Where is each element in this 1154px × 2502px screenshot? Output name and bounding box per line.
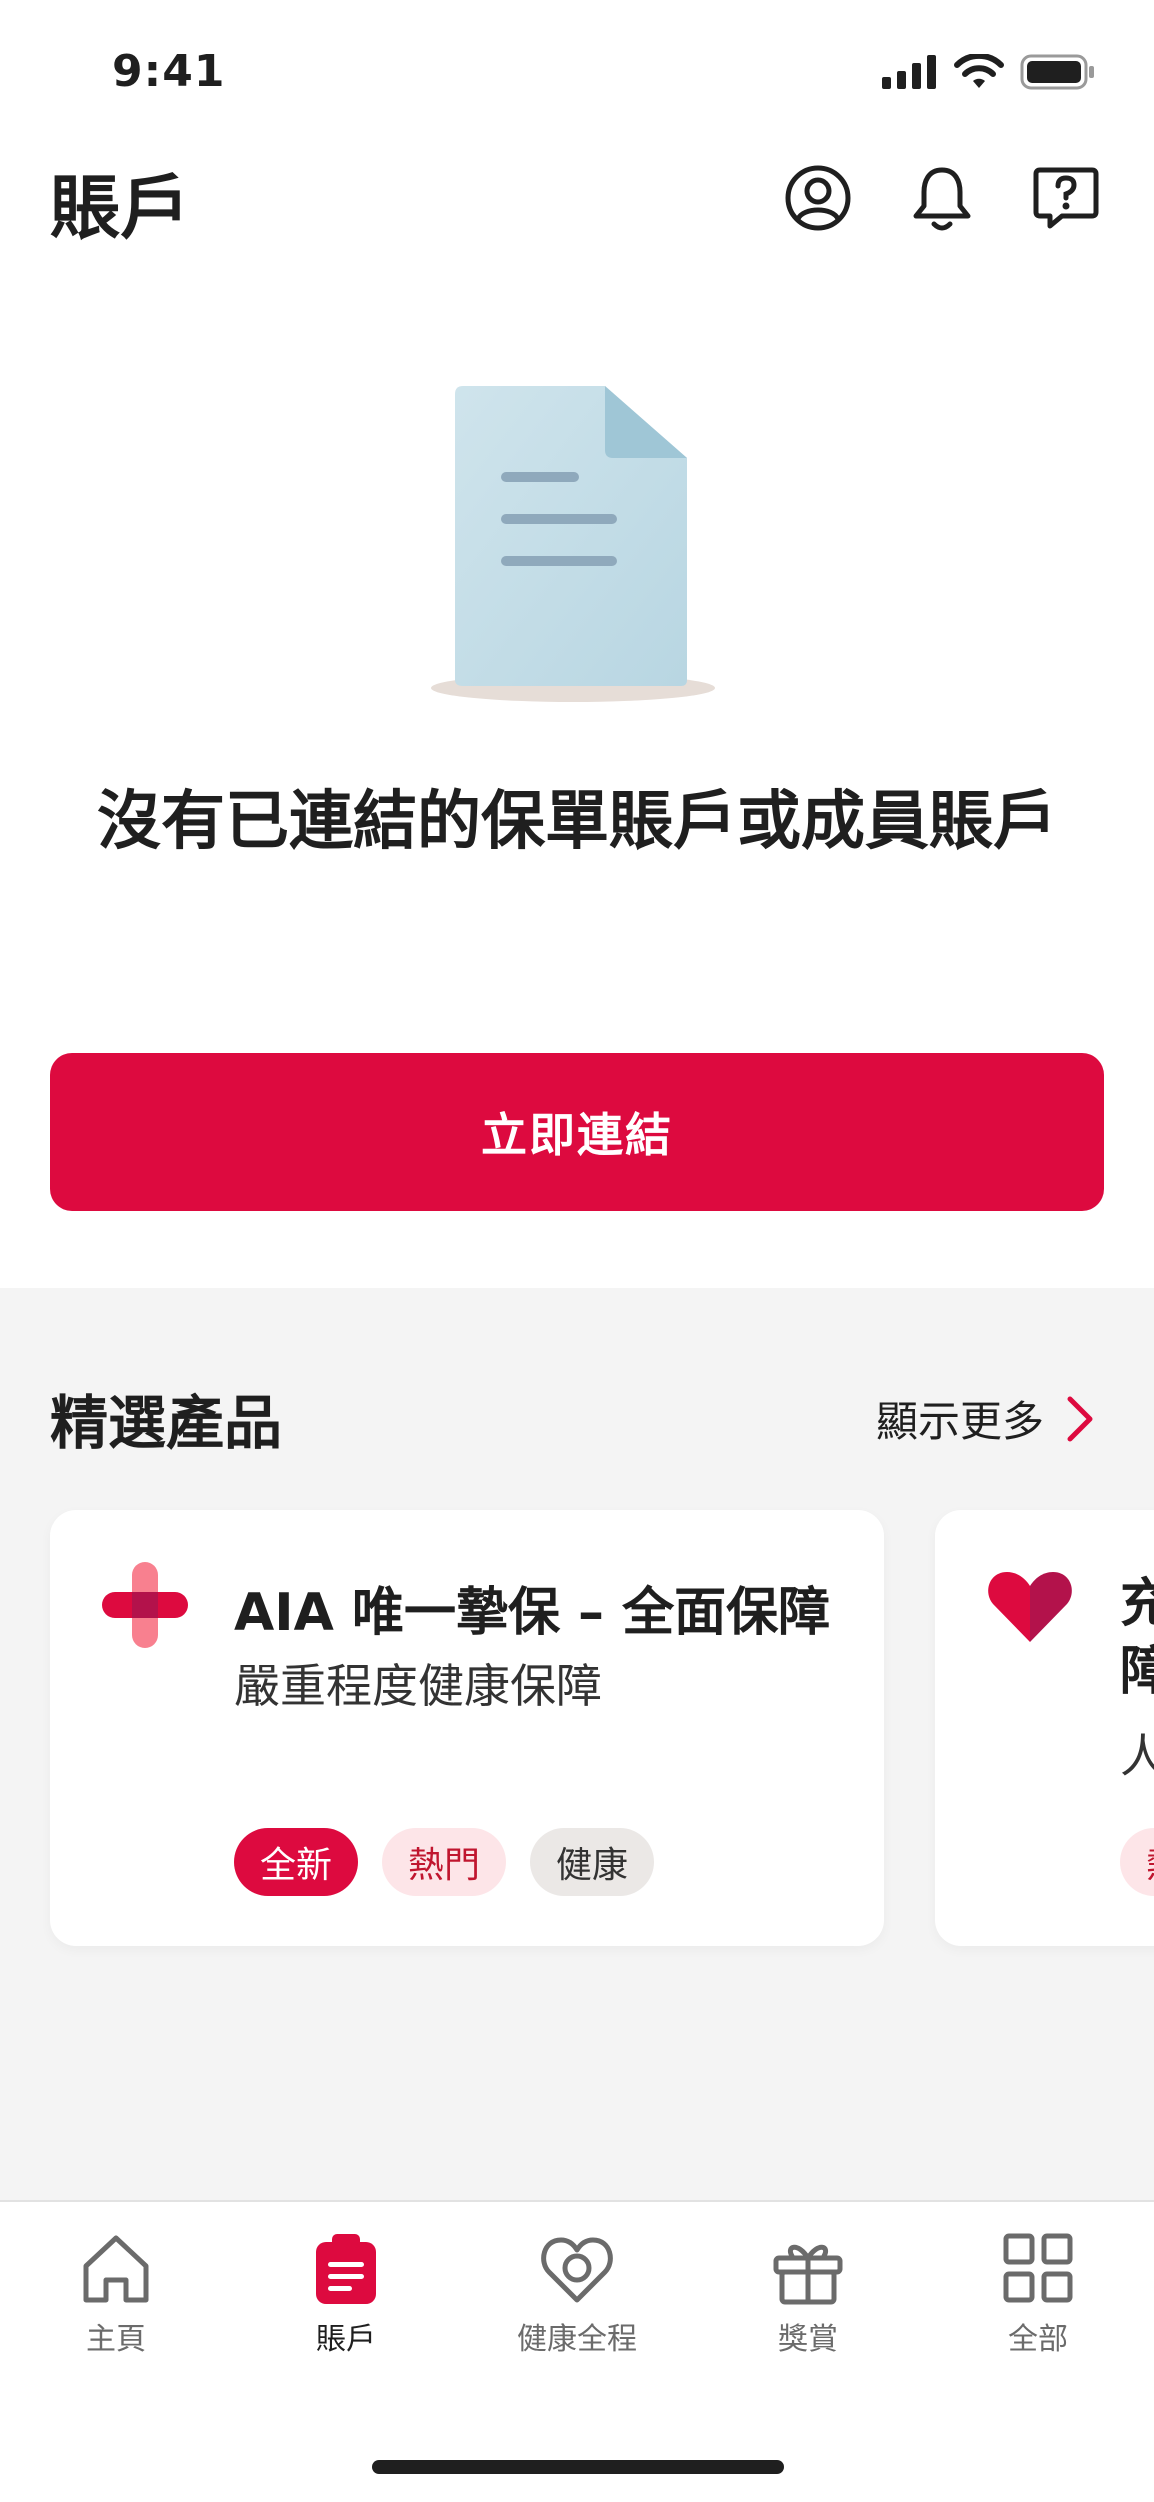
link-now-button[interactable]: 立即連結: [50, 1053, 1104, 1211]
empty-state-message: 沒有已連結的保單賬戶或成員賬戶: [97, 785, 1057, 859]
nav-item-home[interactable]: 主頁: [16, 2228, 216, 2358]
home-icon: [83, 2235, 149, 2303]
nav-label: 全部: [1008, 2322, 1068, 2357]
bell-icon: [913, 167, 971, 231]
battery-icon: [1020, 54, 1094, 90]
nav-label: 主頁: [86, 2322, 146, 2357]
product-title: AIA 唯一摯保 – 全面保障: [234, 1583, 831, 1643]
product-card[interactable]: AIA 唯一摯保 – 全面保障 嚴重程度健康保障 全新 熱門 健康: [50, 1510, 884, 1946]
nav-label: 健康全程: [517, 2322, 637, 2357]
grid-icon: [1003, 2233, 1073, 2303]
medical-cross-icon: [102, 1562, 188, 1648]
featured-products-section: 精選產品 顯示更多 AIA 唯一摯保 – 全面保障 嚴重程度健康保障 全新 熱門…: [0, 1288, 1154, 2200]
profile-icon: [785, 165, 851, 231]
tag-hot: 熱門: [382, 1828, 507, 1896]
wifi-icon: [954, 54, 1004, 88]
section-title: 精選產品: [50, 1389, 283, 1457]
nav-label: 賬戶: [316, 2322, 376, 2357]
health-icon: [541, 2237, 613, 2303]
show-more-link[interactable]: 顯示更多: [876, 1388, 1094, 1449]
page-title: 賬戶: [50, 167, 190, 249]
chevron-right-icon: [1067, 1396, 1093, 1441]
nav-item-account[interactable]: 賬戶: [246, 2228, 446, 2358]
profile-button[interactable]: [780, 160, 856, 236]
product-title-line: 障: [1120, 1642, 1154, 1702]
tag-hot: 熱: [1120, 1828, 1154, 1896]
tag-new: 全新: [234, 1828, 359, 1896]
help-button[interactable]: [1028, 160, 1104, 236]
tag-health: 健康: [530, 1828, 655, 1896]
document-illustration-icon: [431, 386, 715, 702]
cellular-signal-icon: [882, 55, 936, 89]
show-more-label: 顯示更多: [875, 1397, 1044, 1446]
status-time: 9:41: [112, 46, 226, 97]
product-card[interactable]: 充 障 人 熱: [935, 1510, 1154, 1946]
status-bar: 9:41: [0, 0, 1154, 140]
nav-item-health[interactable]: 健康全程: [477, 2228, 677, 2358]
heart-icon: [988, 1572, 1072, 1642]
account-icon: [316, 2234, 376, 2304]
tag-list: 熱: [1120, 1828, 1154, 1896]
product-title-line: 充: [1120, 1574, 1154, 1634]
home-indicator[interactable]: [372, 2460, 784, 2474]
help-icon: [1033, 167, 1099, 229]
product-title: 充 障: [1120, 1570, 1154, 1706]
nav-item-rewards[interactable]: 獎賞: [708, 2228, 908, 2358]
notifications-button[interactable]: [904, 160, 980, 236]
bottom-navigation: 主頁 賬戶 健康全程 獎賞 全部: [0, 2200, 1154, 2502]
product-subtitle: 人: [1120, 1729, 1154, 1783]
gift-icon: [773, 2244, 843, 2305]
status-icons: [882, 54, 1096, 90]
header-actions: [780, 160, 1104, 236]
nav-item-all[interactable]: 全部: [938, 2228, 1138, 2358]
product-subtitle: 嚴重程度健康保障: [234, 1659, 602, 1713]
nav-label: 獎賞: [778, 2322, 838, 2357]
tag-list: 全新 熱門 健康: [234, 1828, 655, 1896]
